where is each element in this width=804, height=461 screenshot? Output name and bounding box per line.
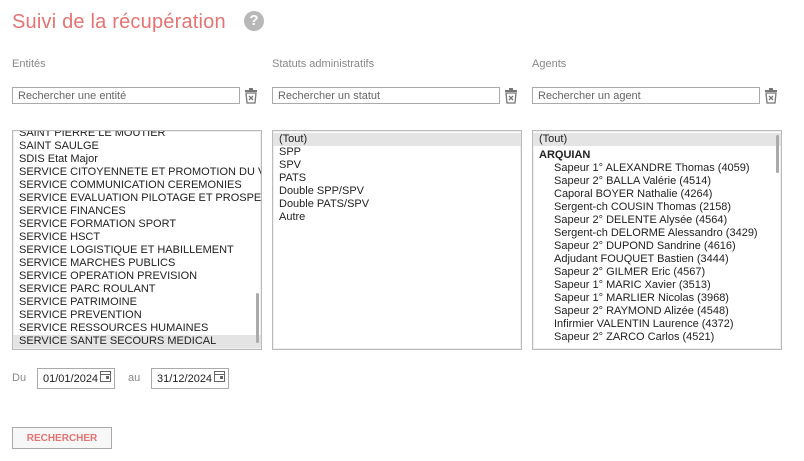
statuses-label: Statuts administratifs (272, 58, 375, 70)
entity-option[interactable]: SERVICE FINANCES (13, 205, 261, 218)
calendar-icon[interactable] (100, 371, 111, 382)
clear-agent-filter-icon[interactable] (764, 88, 778, 104)
status-search-input[interactable] (272, 87, 500, 104)
agent-option[interactable]: Sapeur 2° DUPOND Sandrine (4616) (533, 240, 781, 253)
entity-option[interactable]: SERVICE HSCT (13, 231, 261, 244)
agent-group-header: ARQUIAN (539, 149, 591, 161)
entities-listbox[interactable]: SAINT PIERRE LE MOUTIER SAINT SAULGE SDI… (12, 130, 262, 350)
page-title: Suivi de la récupération (12, 11, 226, 33)
agent-search-input[interactable] (532, 87, 760, 104)
agent-option[interactable]: Sergent-ch COUSIN Thomas (2158) (533, 201, 781, 214)
entity-option-selected[interactable]: SERVICE SANTE SECOURS MEDICAL (13, 335, 261, 348)
search-button[interactable]: RECHERCHER (12, 427, 112, 449)
status-option[interactable]: SPV (273, 159, 521, 172)
agent-option[interactable]: Sapeur 1° ALEXANDRE Thomas (4059) (533, 162, 781, 175)
status-option[interactable]: Double SPP/SPV (273, 185, 521, 198)
agents-listbox[interactable]: (Tout) ARQUIAN Sapeur 1° ALEXANDRE Thoma… (532, 130, 782, 350)
entities-label: Entités (12, 58, 46, 70)
agents-scrollbar[interactable] (776, 135, 779, 173)
entity-option[interactable]: SERVICE PARC ROULANT (13, 283, 261, 296)
entity-option[interactable]: SERVICE LOGISTIQUE ET HABILLEMENT (13, 244, 261, 257)
entity-option[interactable]: SERVICE EVALUATION PILOTAGE ET PROSPECTI… (13, 192, 261, 205)
status-option[interactable]: Double PATS/SPV (273, 198, 521, 211)
entity-option[interactable]: SAINT PIERRE LE MOUTIER (13, 131, 261, 140)
entity-option[interactable]: SERVICE CITOYENNETE ET PROMOTION DU VOLO… (13, 166, 261, 179)
agent-option[interactable]: Sapeur 2° RAYMOND Alizée (4548) (533, 305, 781, 318)
entity-option[interactable]: SERVICE COMMUNICATION CEREMONIES (13, 179, 261, 192)
status-option[interactable]: Autre (273, 211, 521, 224)
entity-search-input[interactable] (12, 87, 240, 104)
status-option[interactable]: PATS (273, 172, 521, 185)
agent-option[interactable]: Sapeur 2° GILMER Eric (4567) (533, 266, 781, 279)
agent-option[interactable]: Caporal BOYER Nathalie (4264) (533, 188, 781, 201)
clear-status-filter-icon[interactable] (504, 88, 518, 104)
agent-option[interactable]: Sapeur 2° BALLA Valérie (4514) (533, 175, 781, 188)
agent-option-all[interactable]: (Tout) (533, 133, 781, 146)
entity-option[interactable]: SAINT SAULGE (13, 140, 261, 153)
date-from-label: Du (12, 372, 27, 384)
status-option-selected[interactable]: (Tout) (273, 133, 521, 146)
agent-option[interactable]: Sapeur 1° MARIC Xavier (3513) (533, 279, 781, 292)
entity-option[interactable]: SERVICE PATRIMOINE (13, 296, 261, 309)
clear-entity-filter-icon[interactable] (244, 88, 258, 104)
agent-option[interactable]: Sapeur 2° ZARCO Carlos (4521) (533, 331, 781, 344)
status-option[interactable]: SPP (273, 146, 521, 159)
statuses-listbox[interactable]: (Tout) SPP SPV PATS Double SPP/SPV Doubl… (272, 130, 522, 350)
entity-option[interactable]: SERVICE OPERATION PREVISION (13, 270, 261, 283)
entity-option[interactable]: SERVICE FORMATION SPORT (13, 218, 261, 231)
entity-option[interactable]: SERVICE MARCHES PUBLICS (13, 257, 261, 270)
entities-scrollbar[interactable] (256, 293, 259, 343)
agents-label: Agents (532, 58, 567, 70)
calendar-icon[interactable] (214, 371, 225, 382)
agent-option[interactable]: Sapeur 1° MARLIER Nicolas (3968) (533, 292, 781, 305)
entity-option[interactable]: SERVICE RESSOURCES HUMAINES (13, 322, 261, 335)
entity-option[interactable]: SDIS Etat Major (13, 153, 261, 166)
agent-option[interactable]: Infirmier VALENTIN Laurence (4372) (533, 318, 781, 331)
agent-option[interactable]: Sergent-ch DELORME Alessandro (3429) (533, 227, 781, 240)
entity-option[interactable]: SERVICE PREVENTION (13, 309, 261, 322)
agent-option[interactable]: Sapeur 2° DELENTE Alysée (4564) (533, 214, 781, 227)
help-icon[interactable]: ? (244, 11, 264, 31)
agent-option[interactable]: Adjudant FOUQUET Bastien (3444) (533, 253, 781, 266)
date-to-label: au (128, 372, 141, 384)
